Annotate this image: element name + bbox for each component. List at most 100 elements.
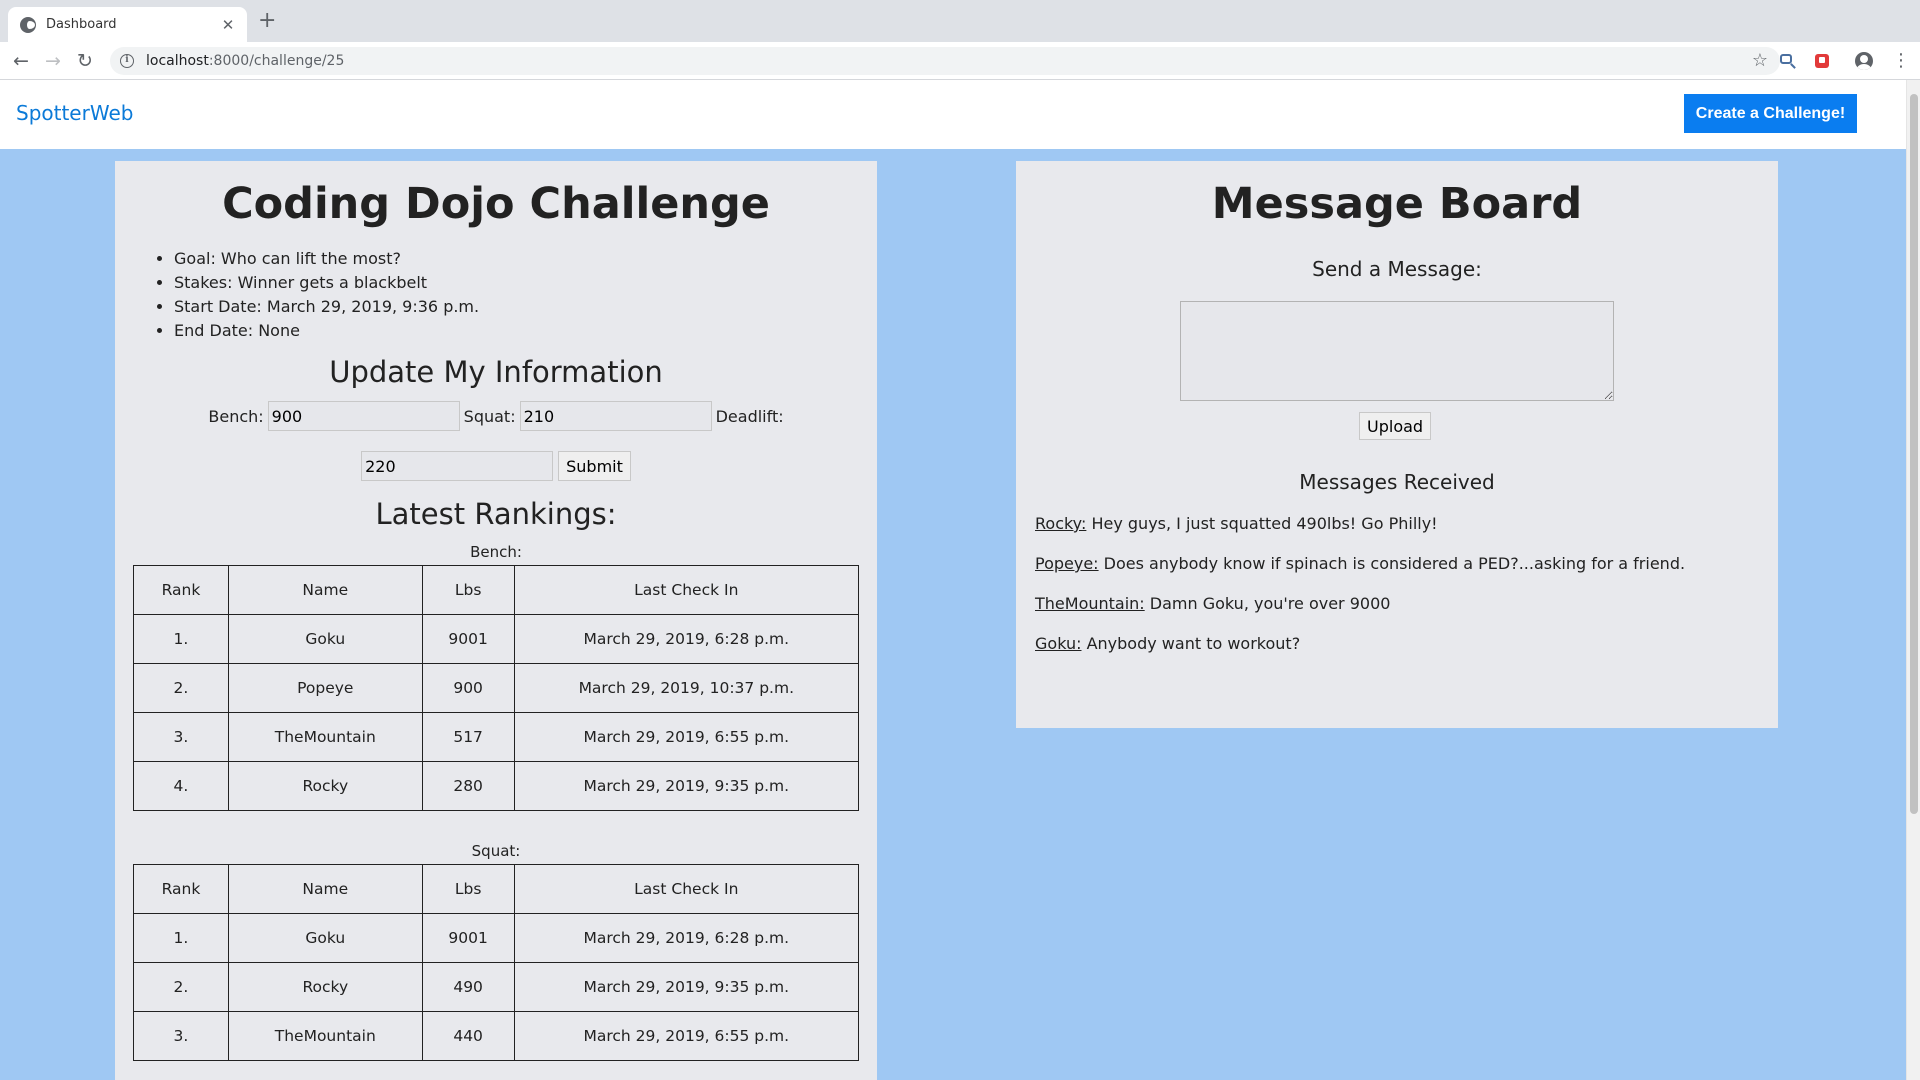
challenge-goal: Goal: Who can lift the most?	[174, 247, 479, 271]
challenge-end-date: End Date: None	[174, 319, 479, 343]
submit-button[interactable]: Submit	[558, 451, 631, 481]
extension-lens-icon[interactable]	[1778, 51, 1798, 71]
table-cell: 4.	[133, 761, 229, 811]
table-cell: TheMountain	[227, 712, 423, 762]
browser-tabstrip: Dashboard ✕ +	[0, 0, 1920, 42]
squat-caption: Squat:	[471, 842, 521, 860]
rankings-title: Latest Rankings:	[375, 497, 617, 531]
table-cell: 3.	[133, 712, 229, 762]
table-cell: 9001	[421, 614, 515, 664]
update-form-row: Bench: Squat: Deadlift:	[115, 401, 877, 431]
message-textarea[interactable]	[1180, 301, 1614, 401]
table-cell: March 29, 2019, 6:28 p.m.	[513, 614, 860, 664]
upload-button[interactable]: Upload	[1359, 412, 1432, 440]
globe-icon	[20, 16, 36, 33]
message-list: Rocky: Hey guys, I just squatted 490lbs!…	[1035, 514, 1755, 674]
bench-label: Bench:	[208, 406, 264, 426]
message-author-link[interactable]: Goku:	[1035, 634, 1082, 653]
create-challenge-button[interactable]: Create a Challenge!	[1684, 94, 1857, 133]
tab-title: Dashboard	[46, 17, 117, 32]
table-cell: March 29, 2019, 6:55 p.m.	[513, 1011, 860, 1061]
table-cell: March 29, 2019, 9:35 p.m.	[513, 962, 860, 1012]
table-header-row: Rank Name Lbs Last Check In	[133, 864, 860, 914]
list-item: Goku: Anybody want to workout?	[1035, 634, 1755, 674]
kebab-menu-icon[interactable]: ⋮	[1892, 51, 1910, 71]
challenge-start-date: Start Date: March 29, 2019, 9:36 p.m.	[174, 295, 479, 319]
table-row: 3. TheMountain 440 March 29, 2019, 6:55 …	[133, 1011, 860, 1061]
new-tab-icon[interactable]: +	[258, 10, 276, 32]
table-cell: 517	[421, 712, 515, 762]
challenge-details: Goal: Who can lift the most? Stakes: Win…	[174, 247, 479, 343]
column-header: Rank	[133, 864, 229, 914]
forward-arrow-icon[interactable]: →	[41, 49, 65, 73]
list-item: Rocky: Hey guys, I just squatted 490lbs!…	[1035, 514, 1755, 554]
message-text: Does anybody know if spinach is consider…	[1103, 554, 1686, 573]
message-text: Anybody want to workout?	[1086, 634, 1301, 653]
send-message-title: Send a Message:	[1312, 257, 1482, 281]
challenge-title: Coding Dojo Challenge	[222, 179, 770, 229]
challenge-panel: Coding Dojo Challenge Goal: Who can lift…	[115, 161, 877, 1080]
table-cell: Popeye	[227, 663, 423, 713]
squat-input[interactable]	[519, 401, 712, 431]
bench-caption: Bench:	[470, 543, 522, 561]
column-header: Lbs	[421, 565, 515, 615]
back-arrow-icon[interactable]: ←	[9, 49, 33, 73]
table-cell: Rocky	[227, 761, 423, 811]
message-author-link[interactable]: TheMountain:	[1035, 594, 1145, 613]
close-icon[interactable]: ✕	[219, 16, 237, 34]
bench-input[interactable]	[267, 401, 460, 431]
table-cell: March 29, 2019, 6:28 p.m.	[513, 913, 860, 963]
squat-label: Squat:	[463, 406, 516, 426]
table-cell: TheMountain	[227, 1011, 423, 1061]
table-row: 2. Popeye 900 March 29, 2019, 10:37 p.m.	[133, 663, 860, 713]
deadlift-input[interactable]	[361, 451, 554, 481]
table-cell: 440	[421, 1011, 515, 1061]
table-cell: 490	[421, 962, 515, 1012]
table-cell: 1.	[133, 913, 229, 963]
message-text: Damn Goku, you're over 9000	[1149, 594, 1391, 613]
column-header: Last Check In	[513, 565, 860, 615]
table-cell: March 29, 2019, 10:37 p.m.	[513, 663, 860, 713]
list-item: TheMountain: Damn Goku, you're over 9000	[1035, 594, 1755, 634]
table-cell: 2.	[133, 962, 229, 1012]
table-cell: 3.	[133, 1011, 229, 1061]
table-cell: March 29, 2019, 6:55 p.m.	[513, 712, 860, 762]
table-row: 2. Rocky 490 March 29, 2019, 9:35 p.m.	[133, 962, 860, 1012]
table-header-row: Rank Name Lbs Last Check In	[133, 565, 860, 615]
deadlift-label: Deadlift:	[715, 406, 784, 426]
table-row: 3. TheMountain 517 March 29, 2019, 6:55 …	[133, 712, 860, 762]
table-cell: 9001	[421, 913, 515, 963]
column-header: Last Check In	[513, 864, 860, 914]
site-navbar: SpotterWeb Create a Challenge!	[0, 80, 1906, 149]
address-bar[interactable]: i localhost:8000/challenge/25 ☆	[110, 47, 1780, 75]
bench-rankings-table: Rank Name Lbs Last Check In 1. Goku 9001…	[133, 565, 860, 811]
message-text: Hey guys, I just squatted 490lbs! Go Phi…	[1091, 514, 1438, 533]
bookmark-star-icon[interactable]: ☆	[1752, 50, 1768, 71]
table-row: 4. Rocky 280 March 29, 2019, 9:35 p.m.	[133, 761, 860, 811]
table-cell: Goku	[227, 614, 423, 664]
profile-icon[interactable]	[1855, 52, 1873, 70]
message-author-link[interactable]: Rocky:	[1035, 514, 1086, 533]
column-header: Name	[227, 565, 423, 615]
table-cell: 1.	[133, 614, 229, 664]
table-cell: Goku	[227, 913, 423, 963]
table-row: 1. Goku 9001 March 29, 2019, 6:28 p.m.	[133, 614, 860, 664]
table-cell: 2.	[133, 663, 229, 713]
table-row: 1. Goku 9001 March 29, 2019, 6:28 p.m.	[133, 913, 860, 963]
page-scrollbar[interactable]	[1906, 80, 1920, 1080]
scrollbar-thumb[interactable]	[1910, 94, 1918, 814]
update-info-title: Update My Information	[329, 355, 663, 389]
table-cell: Rocky	[227, 962, 423, 1012]
browser-tab[interactable]: Dashboard ✕	[8, 7, 247, 42]
extension-red-icon[interactable]	[1812, 51, 1832, 71]
challenge-stakes: Stakes: Winner gets a blackbelt	[174, 271, 479, 295]
table-cell: 280	[421, 761, 515, 811]
column-header: Lbs	[421, 864, 515, 914]
update-form-row: Submit	[115, 451, 877, 481]
reload-icon[interactable]: ↻	[73, 49, 97, 73]
browser-toolbar: ← → ↻ i localhost:8000/challenge/25 ☆ ⋮	[0, 42, 1920, 80]
message-author-link[interactable]: Popeye:	[1035, 554, 1099, 573]
message-board-panel: Message Board Send a Message: Upload Mes…	[1016, 161, 1778, 728]
brand-link[interactable]: SpotterWeb	[16, 101, 133, 125]
info-icon[interactable]: i	[120, 54, 134, 68]
